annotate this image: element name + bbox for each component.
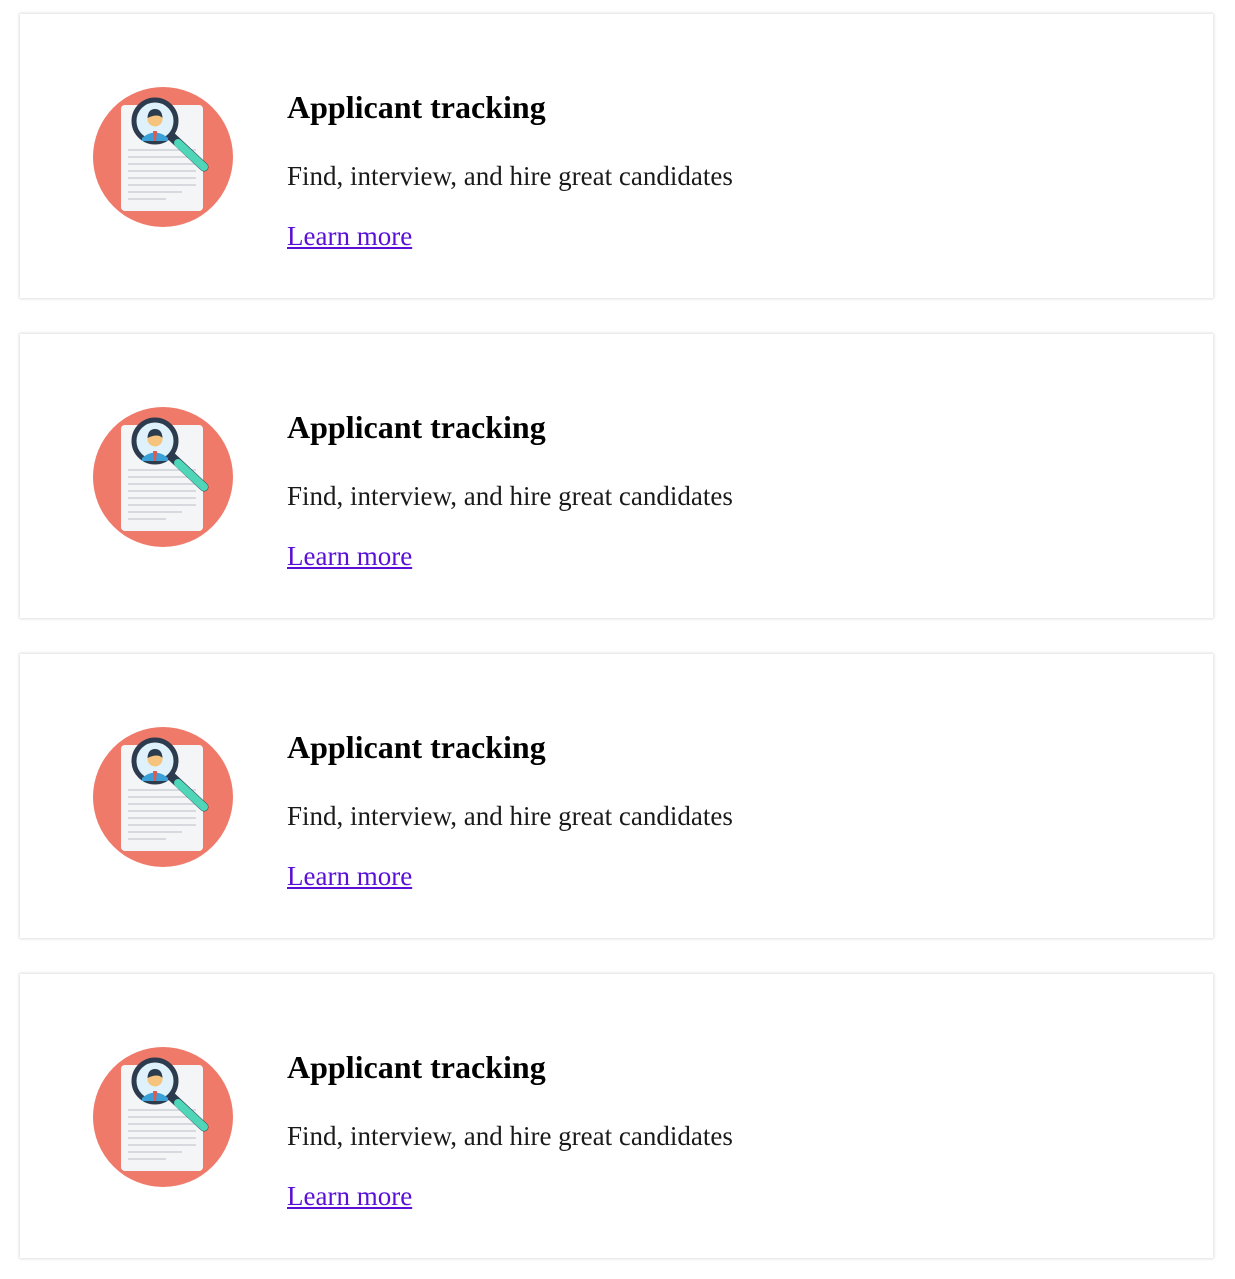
- applicant-search-icon: [92, 726, 234, 868]
- card-title: Applicant tracking: [287, 409, 546, 445]
- card-title: Applicant tracking: [287, 729, 546, 765]
- learn-more-link[interactable]: Learn more: [287, 860, 412, 892]
- card-title: Applicant tracking: [287, 1049, 546, 1085]
- card-description: Find, interview, and hire great candidat…: [287, 1121, 733, 1151]
- feature-card: Applicant tracking Find, interview, and …: [20, 14, 1213, 298]
- card-description: Find, interview, and hire great candidat…: [287, 481, 733, 511]
- applicant-search-icon: [92, 406, 234, 548]
- learn-more-link[interactable]: Learn more: [287, 540, 412, 572]
- feature-card: Applicant tracking Find, interview, and …: [20, 334, 1213, 618]
- learn-more-link[interactable]: Learn more: [287, 220, 412, 252]
- card-description: Find, interview, and hire great candidat…: [287, 161, 733, 191]
- applicant-search-icon: [92, 1046, 234, 1188]
- card-title: Applicant tracking: [287, 89, 546, 125]
- applicant-search-icon: [92, 86, 234, 228]
- feature-card: Applicant tracking Find, interview, and …: [20, 654, 1213, 938]
- card-description: Find, interview, and hire great candidat…: [287, 801, 733, 831]
- feature-card: Applicant tracking Find, interview, and …: [20, 974, 1213, 1258]
- learn-more-link[interactable]: Learn more: [287, 1180, 412, 1212]
